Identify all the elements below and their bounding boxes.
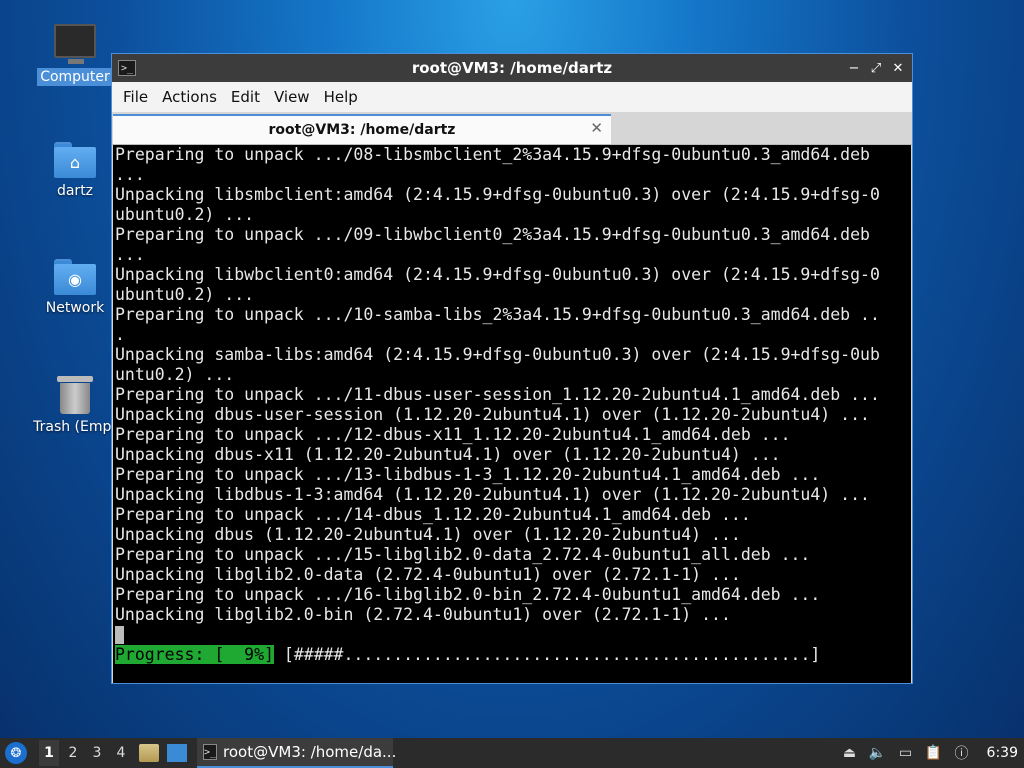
terminal-app-icon[interactable]: >_: [118, 60, 136, 76]
terminal-line: ubuntu0.2) ...: [115, 205, 255, 224]
terminal-line: Preparing to unpack .../13-libdbus-1-3_1…: [115, 465, 821, 484]
network-folder-icon: ◉: [54, 259, 96, 295]
trash-icon: [57, 374, 93, 414]
terminal-line: Preparing to unpack .../11-dbus-user-ses…: [115, 385, 880, 404]
maximize-button[interactable]: ⤢: [868, 60, 884, 76]
progress-label: Progress: [ 9%]: [115, 645, 274, 664]
menu-edit[interactable]: Edit: [224, 88, 267, 106]
home-folder-icon: ⌂: [54, 142, 96, 178]
desktop-icon-network[interactable]: ◉ Network: [25, 259, 125, 317]
terminal-line: ubuntu0.2) ...: [115, 285, 255, 304]
desktop-icon-label: Network: [45, 300, 105, 316]
menu-view[interactable]: View: [267, 88, 317, 106]
terminal-line: Preparing to unpack .../09-libwbclient0_…: [115, 225, 870, 244]
terminal-line: .: [115, 325, 125, 344]
network-icon[interactable]: ▭: [895, 742, 917, 764]
taskbar-task-terminal[interactable]: >_ root@VM3: /home/da...: [197, 738, 397, 768]
show-desktop-icon[interactable]: [167, 744, 187, 762]
terminal-line: untu0.2) ...: [115, 365, 235, 384]
terminal-line: ...: [115, 245, 145, 264]
progress-bar: [#####..................................…: [273, 645, 821, 664]
close-button[interactable]: ✕: [890, 60, 906, 76]
terminal-line: Unpacking samba-libs:amd64 (2:4.15.9+dfs…: [115, 345, 880, 364]
tab-close-icon[interactable]: ✕: [590, 119, 603, 137]
terminal-output[interactable]: Preparing to unpack .../08-libsmbclient_…: [113, 145, 911, 683]
window-titlebar[interactable]: >_ root@VM3: /home/dartz − ⤢ ✕: [112, 54, 912, 82]
menu-help[interactable]: Help: [317, 88, 365, 106]
desktop-icon-computer[interactable]: Computer: [25, 24, 125, 86]
clipboard-icon[interactable]: 📋: [923, 742, 945, 764]
terminal-task-icon: >_: [203, 744, 218, 760]
workspace-1[interactable]: 1: [39, 740, 59, 766]
workspace-4[interactable]: 4: [111, 740, 131, 766]
terminal-line: Unpacking dbus-user-session (1.12.20-2ub…: [115, 405, 870, 424]
computer-icon: [54, 24, 96, 64]
terminal-line: Unpacking libsmbclient:amd64 (2:4.15.9+d…: [115, 185, 880, 204]
terminal-line: Unpacking dbus-x11 (1.12.20-2ubuntu4.1) …: [115, 445, 781, 464]
window-title: root@VM3: /home/dartz: [411, 59, 613, 77]
notification-icon[interactable]: ⓘ: [951, 742, 973, 764]
terminal-cursor-line: [113, 625, 911, 645]
menu-actions[interactable]: Actions: [155, 88, 224, 106]
progress-line: Progress: [ 9%] [#####..................…: [113, 645, 911, 665]
start-menu-button[interactable]: ❂: [5, 742, 27, 764]
terminal-line: Preparing to unpack .../10-samba-libs_2%…: [115, 305, 880, 324]
terminal-line: Preparing to unpack .../12-dbus-x11_1.12…: [115, 425, 791, 444]
desktop-icon-label: Computer: [37, 68, 113, 86]
task-label: root@VM3: /home/da...: [223, 743, 397, 761]
system-tray: ⏏ 🔈 ▭ 📋 ⓘ 6:39: [839, 738, 1024, 768]
tab-label: root@VM3: /home/dartz: [268, 122, 456, 138]
tab-bar: root@VM3: /home/dartz ✕: [112, 112, 912, 145]
volume-icon[interactable]: 🔈: [867, 742, 889, 764]
terminal-cursor: [115, 626, 124, 644]
taskbar: ❂ 1 2 3 4 >_ root@VM3: /home/da... ⏏ 🔈 ▭…: [0, 738, 1024, 768]
clock: 6:39: [986, 745, 1018, 761]
terminal-line: ...: [115, 165, 145, 184]
terminal-line: Preparing to unpack .../14-dbus_1.12.20-…: [115, 505, 751, 524]
terminal-line: Preparing to unpack .../16-libglib2.0-bi…: [115, 585, 821, 604]
menu-file[interactable]: File: [116, 88, 155, 106]
workspace-3[interactable]: 3: [87, 740, 107, 766]
tab-terminal[interactable]: root@VM3: /home/dartz ✕: [113, 114, 611, 144]
workspace-2[interactable]: 2: [63, 740, 83, 766]
terminal-line: Unpacking libdbus-1-3:amd64 (1.12.20-2ub…: [115, 485, 870, 504]
terminal-line: Unpacking dbus (1.12.20-2ubuntu4.1) over…: [115, 525, 741, 544]
desktop-icon-label: dartz: [56, 183, 94, 199]
terminal-line: Preparing to unpack .../15-libglib2.0-da…: [115, 545, 811, 564]
terminal-line: Unpacking libglib2.0-bin (2.72.4-0ubuntu…: [115, 605, 731, 624]
terminal-line: Unpacking libglib2.0-data (2.72.4-0ubunt…: [115, 565, 741, 584]
terminal-window: >_ root@VM3: /home/dartz − ⤢ ✕ File Acti…: [111, 53, 913, 684]
terminal-line: Unpacking libwbclient0:amd64 (2:4.15.9+d…: [115, 265, 880, 284]
desktop-icon-label: Trash (Empt: [33, 419, 117, 435]
file-manager-icon[interactable]: [139, 744, 159, 762]
desktop-icon-home-folder[interactable]: ⌂ dartz: [25, 142, 125, 200]
menubar: File Actions Edit View Help: [112, 82, 912, 112]
terminal-line: Preparing to unpack .../08-libsmbclient_…: [115, 145, 870, 164]
minimize-button[interactable]: −: [846, 60, 862, 76]
desktop: Computer ⌂ dartz ◉ Network Trash (Empt >…: [0, 0, 1024, 738]
desktop-icon-trash[interactable]: Trash (Empt: [25, 374, 125, 436]
eject-icon[interactable]: ⏏: [839, 742, 861, 764]
